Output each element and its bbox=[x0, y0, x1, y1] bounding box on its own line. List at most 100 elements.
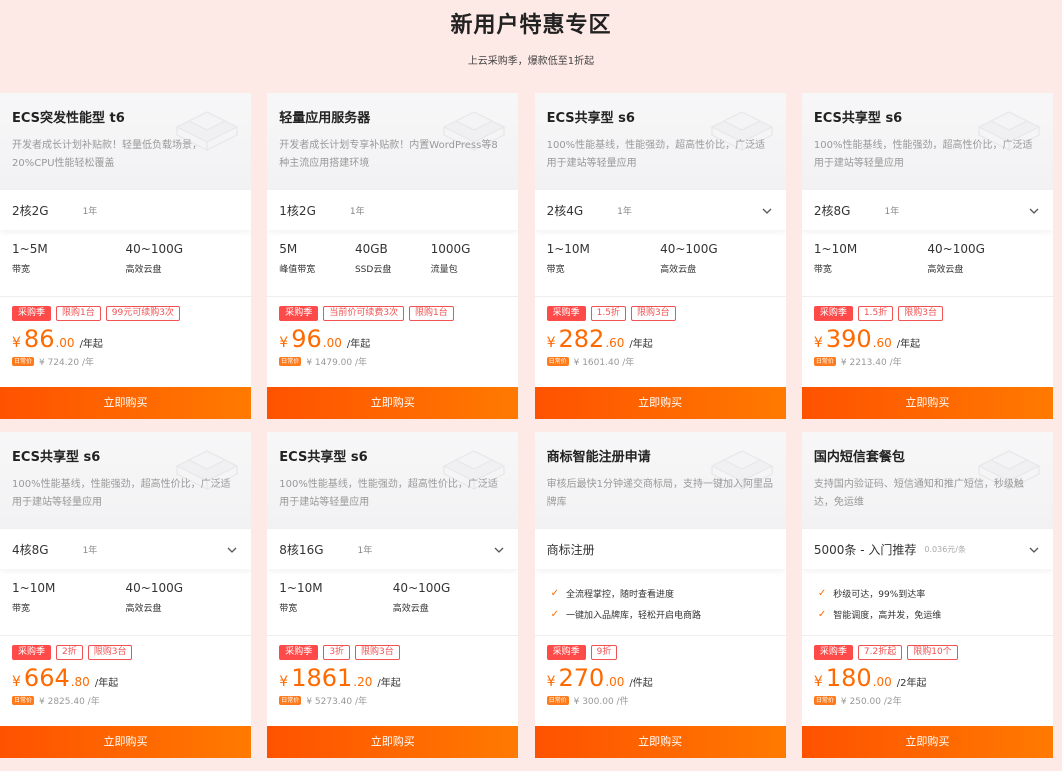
feature-item: 40~100G 高效云盘 bbox=[126, 581, 240, 635]
benefit-text: 智能调度，高并发，免运维 bbox=[833, 611, 942, 621]
original-price-badge: 日常价 bbox=[546, 356, 569, 366]
feature-value: 40~100G bbox=[125, 581, 184, 595]
feature-item: 1~5M 带宽 bbox=[12, 242, 126, 296]
buy-now-button[interactable]: 立即购买 bbox=[267, 387, 519, 419]
feature-item: 40~100G 高效云盘 bbox=[126, 242, 240, 296]
feature-list: 1~10M 带宽 40~100G 高效云盘 bbox=[802, 230, 1053, 296]
spec-selector[interactable]: 8核16G 1年 bbox=[267, 529, 519, 569]
feature-list: 5M 峰值带宽 40GB SSD云盘 1000G 流量包 bbox=[267, 230, 518, 296]
price: ¥1861.20/年起 bbox=[267, 660, 518, 692]
feature-label: 峰值带宽 bbox=[279, 265, 316, 275]
check-icon: ✓ bbox=[817, 588, 827, 599]
benefit-text: 一键加入品牌库，轻松开启电商路 bbox=[565, 611, 701, 621]
price: ¥390.60/年起 bbox=[802, 321, 1053, 353]
feature-value: 1~10M bbox=[279, 581, 323, 595]
promo-tag: 9折 bbox=[590, 645, 618, 660]
feature-label: SSD云盘 bbox=[354, 265, 392, 275]
benefit-item: ✓ 全流程掌控，随时查看进度 bbox=[551, 583, 774, 604]
product-card: ECS共享型 s6 100%性能基线，性能强劲，超高性价比，广泛适用于建站等轻量应… bbox=[801, 93, 1053, 419]
product-name: ECS共享型 s6 bbox=[279, 450, 368, 465]
chevron-down-icon[interactable] bbox=[225, 542, 239, 556]
spec-term: 1年 bbox=[82, 206, 98, 217]
spec-value: 2核8G bbox=[813, 203, 851, 218]
spec-value: 1核2G bbox=[279, 203, 316, 218]
spec-selector[interactable]: 5000条 - 入门推荐 0.036元/条 bbox=[801, 529, 1053, 569]
product-description: 支持国内验证码、短信通知和推广短信，秒级触达，免运维 bbox=[813, 479, 1024, 508]
buy-now-button[interactable]: 立即购买 bbox=[0, 726, 251, 758]
promo-tags: 采购季 3折 限购3台 bbox=[267, 636, 518, 660]
benefit-text: 全流程掌控，随时查看进度 bbox=[565, 590, 674, 600]
spec-term: 1年 bbox=[82, 545, 98, 556]
promo-tag: 采购季 bbox=[813, 306, 853, 321]
promo-tag: 采购季 bbox=[279, 306, 319, 321]
price-integer: 270 bbox=[558, 664, 605, 692]
spec-term: 1年 bbox=[617, 206, 632, 217]
price-unit: /件起 bbox=[629, 678, 653, 689]
feature-item: 40~100G 高效云盘 bbox=[393, 581, 507, 635]
promo-tag: 限购3台 bbox=[898, 306, 943, 321]
original-price-badge: 日常价 bbox=[546, 695, 569, 705]
promo-tags: 采购季 1.5折 限购3台 bbox=[802, 297, 1053, 321]
promo-tag: 限购1台 bbox=[56, 306, 101, 321]
promo-tag: 限购3台 bbox=[355, 645, 400, 660]
price-integer: 390 bbox=[825, 325, 872, 353]
price-unit: /年起 bbox=[94, 678, 119, 689]
original-price-badge: 日常价 bbox=[813, 356, 836, 366]
feature-value: 1~5M bbox=[12, 242, 48, 256]
product-name: ECS突发性能型 t6 bbox=[12, 111, 125, 126]
feature-label: 带宽 bbox=[546, 265, 565, 275]
product-description: 开发者成长计划补贴款！轻量低负载场景，20%CPU性能轻松覆盖 bbox=[12, 140, 202, 169]
buy-now-button[interactable]: 立即购买 bbox=[534, 387, 786, 419]
spec-selector[interactable]: 2核4G 1年 bbox=[534, 190, 786, 230]
price-integer: 96 bbox=[291, 325, 322, 353]
original-price-value: ¥ 250.00 /2年 bbox=[840, 696, 902, 707]
feature-label: 带宽 bbox=[12, 604, 31, 614]
feature-item: 1~10M 带宽 bbox=[547, 242, 661, 296]
original-price-badge: 日常价 bbox=[279, 356, 302, 366]
feature-label: 高效云盘 bbox=[660, 265, 697, 275]
promo-tag: 采购季 bbox=[12, 306, 52, 321]
promo-tag: 采购季 bbox=[546, 306, 586, 321]
promo-tag: 当前价可续费3次 bbox=[323, 306, 405, 321]
spec-value: 8核16G bbox=[279, 542, 324, 557]
benefit-item: ✓ 智能调度，高并发，免运维 bbox=[818, 604, 1041, 625]
buy-now-button[interactable]: 立即购买 bbox=[801, 387, 1053, 419]
original-price-value: ¥ 2213.40 /年 bbox=[840, 357, 902, 368]
feature-label: 高效云盘 bbox=[392, 604, 429, 614]
price-decimal: .80 bbox=[70, 675, 90, 689]
price-decimal: .00 bbox=[605, 675, 625, 689]
spec-selector[interactable]: 2核8G 1年 bbox=[801, 190, 1053, 230]
chevron-down-icon[interactable] bbox=[1027, 203, 1041, 217]
section-header: 新用户特惠专区 上云采购季，爆款低至1折起 bbox=[0, 0, 1062, 67]
buy-now-button[interactable]: 立即购买 bbox=[267, 726, 519, 758]
product-name: 轻量应用服务器 bbox=[279, 111, 371, 126]
card-header: 轻量应用服务器 开发者成长计划专享补贴款！内置WordPress等8种主流应用搭建… bbox=[267, 93, 519, 190]
feature-item: 40~100G 高效云盘 bbox=[927, 242, 1041, 296]
spec-selector[interactable]: 4核8G 1年 bbox=[0, 529, 251, 569]
currency-symbol: ¥ bbox=[546, 674, 556, 690]
buy-now-button[interactable]: 立即购买 bbox=[534, 726, 786, 758]
chevron-down-icon[interactable] bbox=[760, 203, 774, 217]
spec-selector: 2核2G 1年 bbox=[0, 190, 251, 230]
chevron-down-icon[interactable] bbox=[492, 542, 506, 556]
product-card: ECS突发性能型 t6 开发者成长计划补贴款！轻量低负载场景，20%CPU性能轻松… bbox=[0, 93, 251, 419]
currency-symbol: ¥ bbox=[546, 335, 556, 351]
feature-label: 高效云盘 bbox=[927, 265, 964, 275]
card-header: ECS共享型 s6 100%性能基线，性能强劲，超高性价比，广泛适用于建站等轻量应… bbox=[267, 432, 519, 529]
product-description: 审核后最快1分钟递交商标局，支持一键加入阿里品牌库 bbox=[546, 479, 773, 508]
feature-item: 40GB SSD云盘 bbox=[355, 242, 431, 296]
promo-tag: 7.2折起 bbox=[857, 645, 903, 660]
feature-value: 1~10M bbox=[546, 242, 590, 256]
feature-label: 带宽 bbox=[279, 604, 298, 614]
feature-value: 1~10M bbox=[12, 581, 56, 595]
product-card: 轻量应用服务器 开发者成长计划专享补贴款！内置WordPress等8种主流应用搭建… bbox=[267, 93, 519, 419]
currency-symbol: ¥ bbox=[813, 674, 823, 690]
buy-now-button[interactable]: 立即购买 bbox=[801, 726, 1053, 758]
spec-value: 商标注册 bbox=[546, 542, 595, 557]
price-unit: /年起 bbox=[346, 339, 371, 350]
buy-now-button[interactable]: 立即购买 bbox=[0, 387, 251, 419]
feature-value: 5M bbox=[279, 242, 298, 256]
chevron-down-icon[interactable] bbox=[1027, 542, 1041, 556]
feature-item: 1~10M 带宽 bbox=[12, 581, 126, 635]
page-title: 新用户特惠专区 bbox=[450, 13, 612, 38]
